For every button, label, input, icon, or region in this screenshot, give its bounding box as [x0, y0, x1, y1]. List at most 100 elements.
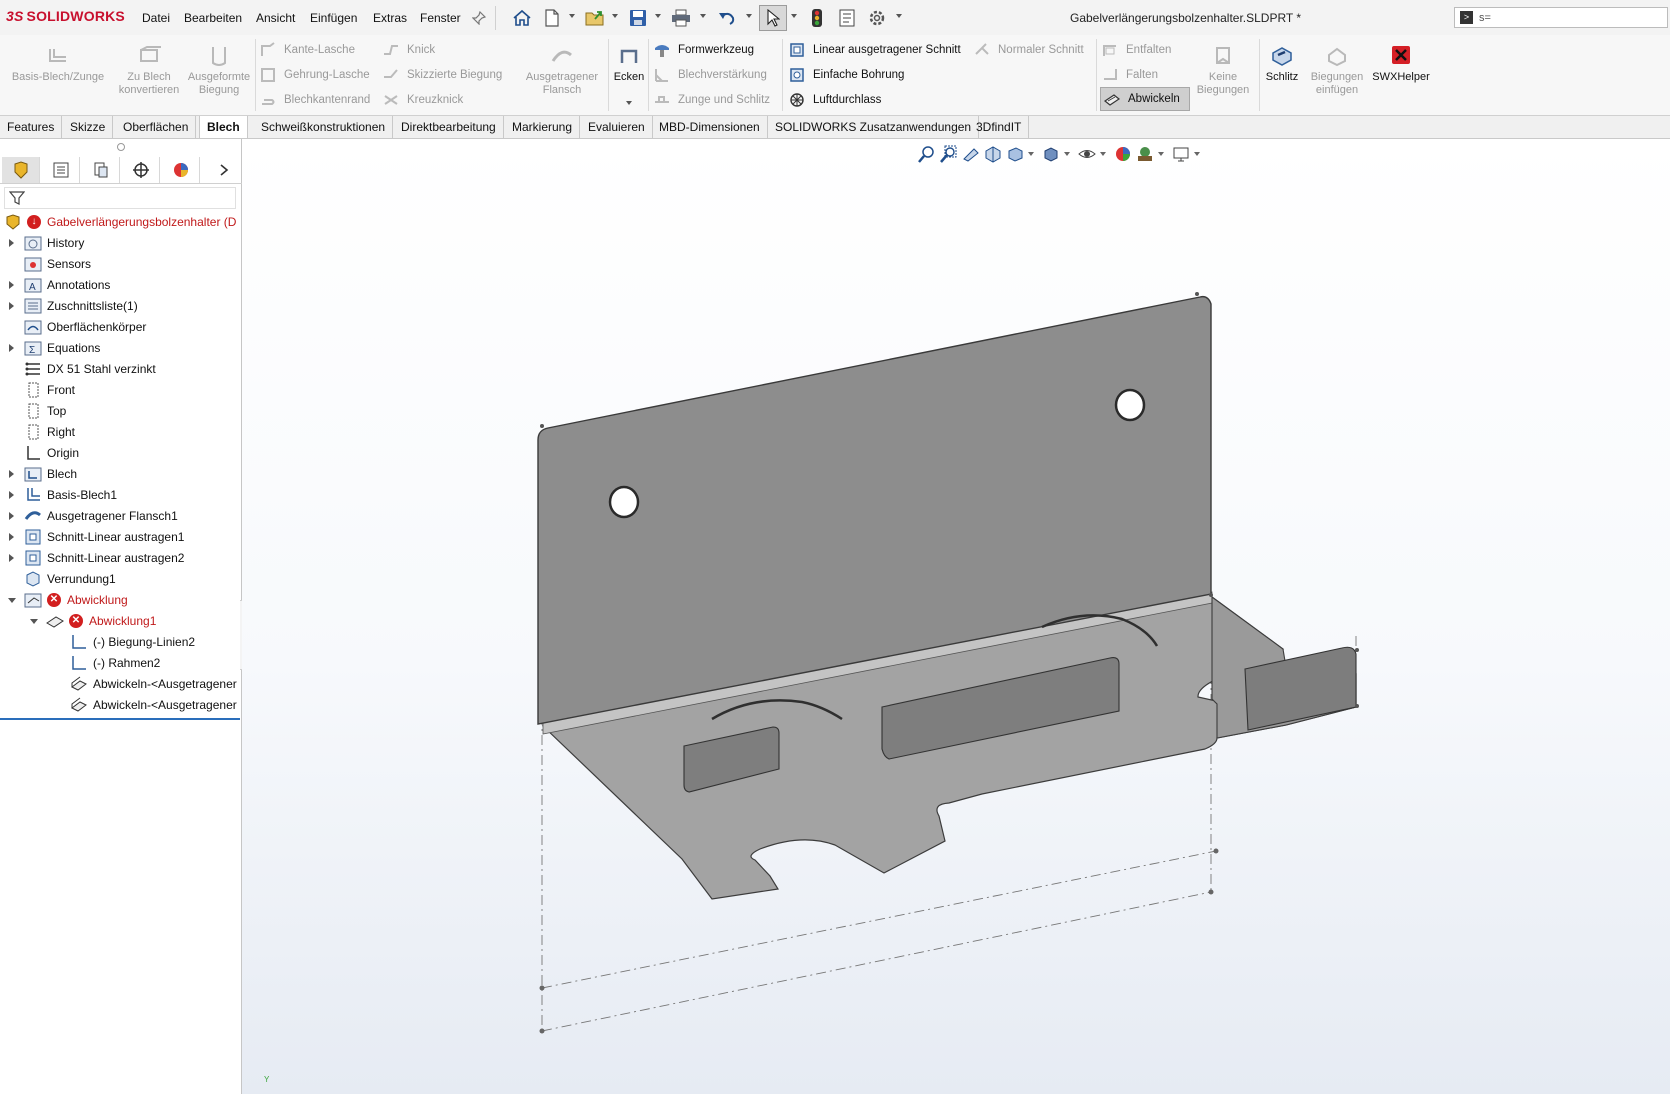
tab-skizze[interactable]: Skizze — [63, 116, 114, 138]
expand-chevron-right-icon[interactable] — [9, 554, 14, 562]
tree-item-abwicklung[interactable]: ✕ Abwicklung — [0, 590, 240, 610]
tree-item-equations[interactable]: Σ Equations — [0, 338, 240, 358]
blechverstaerkung-button[interactable]: Blechverstärkung — [654, 65, 767, 85]
gehrung-lasche-button[interactable]: Gehrung-Lasche — [260, 65, 370, 85]
undo-icon[interactable] — [716, 7, 738, 29]
expand-chevron-right-icon[interactable] — [9, 470, 14, 478]
rollback-bar[interactable] — [0, 718, 240, 720]
kreuzknick-button[interactable]: Kreuzknick — [383, 90, 463, 110]
panel-collapse-handle[interactable] — [117, 143, 125, 151]
ecken-button[interactable]: Ecken — [611, 45, 647, 84]
ausgetragener-flansch-button[interactable]: Ausgetragener Flansch — [520, 45, 604, 97]
zu-blech-button[interactable]: Zu Blech konvertieren — [118, 45, 180, 97]
undo-dropdown-chevron-down-icon[interactable] — [746, 14, 752, 18]
falten-button[interactable]: Falten — [1102, 65, 1158, 85]
luftdurchlass-button[interactable]: Luftdurchlass — [789, 90, 881, 110]
open-dropdown-chevron-down-icon[interactable] — [612, 14, 618, 18]
graphics-viewport[interactable]: Y — [242, 139, 1670, 1094]
file-properties-icon[interactable] — [836, 7, 858, 29]
tree-filter-box[interactable] — [4, 187, 236, 209]
configuration-manager-tab-icon[interactable] — [82, 157, 120, 183]
property-manager-tab-icon[interactable] — [42, 157, 80, 183]
ecken-dropdown-chevron-down-icon[interactable] — [626, 101, 632, 105]
display-manager-tab-icon[interactable] — [162, 157, 200, 183]
tab-evaluieren[interactable]: Evaluieren — [581, 116, 653, 138]
filter-funnel-icon[interactable] — [9, 190, 25, 206]
abwickeln-button[interactable]: Abwickeln — [1100, 87, 1190, 111]
basis-blech-button[interactable]: Basis-Blech/Zunge — [8, 45, 108, 84]
tab-features[interactable]: Features — [0, 116, 63, 138]
tree-item-abwickeln-2[interactable]: Abwickeln-<Ausgetragener — [0, 695, 240, 715]
tree-item-schnitt-linear-2[interactable]: Schnitt-Linear austragen2 — [0, 548, 240, 568]
schlitz-button[interactable]: Schlitz — [1262, 45, 1302, 84]
select-dropdown-chevron-down-icon[interactable] — [791, 14, 797, 18]
tab-mbd-dimensionen[interactable]: MBD-Dimensionen — [652, 116, 768, 138]
blechkantenrand-button[interactable]: Blechkantenrand — [260, 90, 370, 110]
swxhelper-button[interactable]: SWXHelper — [1370, 45, 1432, 84]
home-icon[interactable] — [511, 7, 533, 29]
sheet-metal-part-model[interactable] — [242, 139, 1670, 1094]
tree-item-annotations[interactable]: A Annotations — [0, 275, 240, 295]
tree-item-basis-blech1[interactable]: Basis-Blech1 — [0, 485, 240, 505]
expand-chevron-right-icon[interactable] — [9, 344, 14, 352]
tab-3dfindit[interactable]: 3DfindIT — [969, 116, 1030, 138]
solidworks-logo[interactable]: 3S SOLIDWORKS — [6, 8, 125, 24]
dimxpert-manager-tab-icon[interactable] — [122, 157, 160, 183]
menu-fenster[interactable]: Fenster — [420, 11, 461, 25]
tab-direktbearbeitung[interactable]: Direktbearbeitung — [394, 116, 504, 138]
tab-blech[interactable]: Blech — [199, 116, 248, 138]
pin-icon[interactable] — [468, 7, 490, 29]
ausgeformte-biegung-button[interactable]: Ausgeformte Biegung — [186, 45, 252, 97]
entfalten-button[interactable]: Entfalten — [1102, 40, 1171, 60]
tree-item-top-plane[interactable]: Top — [0, 401, 240, 421]
tree-item-right-plane[interactable]: Right — [0, 422, 240, 442]
tree-item-zuschnittsliste[interactable]: Zuschnittsliste(1) — [0, 296, 240, 316]
menu-ansicht[interactable]: Ansicht — [256, 11, 295, 25]
einfache-bohrung-button[interactable]: Einfache Bohrung — [789, 65, 904, 85]
tree-item-ausgetragener-flansch1[interactable]: Ausgetragener Flansch1 — [0, 506, 240, 526]
tree-item-history[interactable]: History — [0, 233, 240, 253]
tree-item-schnitt-linear-1[interactable]: Schnitt-Linear austragen1 — [0, 527, 240, 547]
kante-lasche-button[interactable]: Kante-Lasche — [260, 40, 355, 60]
options-dropdown-chevron-down-icon[interactable] — [896, 14, 902, 18]
tree-item-front-plane[interactable]: Front — [0, 380, 240, 400]
tree-item-sensors[interactable]: Sensors — [0, 254, 240, 274]
new-document-icon[interactable] — [541, 7, 563, 29]
save-dropdown-chevron-down-icon[interactable] — [655, 14, 661, 18]
knick-button[interactable]: Knick — [383, 40, 435, 60]
tree-item-oberflaechenkoerper[interactable]: Oberflächenkörper — [0, 317, 240, 337]
expand-chevron-right-icon[interactable] — [9, 512, 14, 520]
expand-chevron-right-icon[interactable] — [9, 491, 14, 499]
expand-chevron-right-icon[interactable] — [9, 239, 14, 247]
tree-item-abwicklung1[interactable]: ✕ Abwicklung1 — [0, 611, 240, 631]
options-gear-icon[interactable] — [866, 7, 888, 29]
menu-extras[interactable]: Extras — [373, 11, 407, 25]
open-folder-icon[interactable] — [584, 7, 606, 29]
expand-chevron-right-icon[interactable] — [9, 302, 14, 310]
command-search-box[interactable]: > — [1454, 7, 1668, 28]
panel-more-chevron-right-icon[interactable] — [210, 157, 238, 183]
tree-item-biegung-linien2[interactable]: (-) Biegung-Linien2 — [0, 632, 240, 652]
new-dropdown-chevron-down-icon[interactable] — [569, 14, 575, 18]
tree-item-blech[interactable]: Blech — [0, 464, 240, 484]
expand-chevron-right-icon[interactable] — [9, 281, 14, 289]
tree-item-origin[interactable]: Origin — [0, 443, 240, 463]
collapse-chevron-down-icon[interactable] — [30, 619, 38, 624]
save-icon[interactable] — [627, 7, 649, 29]
zunge-schlitz-button[interactable]: Zunge und Schlitz — [654, 90, 770, 110]
select-cursor-icon[interactable] — [759, 5, 787, 31]
tab-solidworks-zusatzanwendungen[interactable]: SOLIDWORKS Zusatzanwendungen — [768, 116, 980, 138]
tree-root-part[interactable]: ↓ Gabelverlängerungsbolzenhalter (D — [4, 212, 236, 232]
biegungen-einfuegen-button[interactable]: Biegungen einfügen — [1302, 45, 1372, 97]
print-icon[interactable] — [670, 7, 692, 29]
tree-item-rahmen2[interactable]: (-) Rahmen2 — [0, 653, 240, 673]
formwerkzeug-button[interactable]: Formwerkzeug — [654, 40, 754, 60]
tab-oberflaechen[interactable]: Oberflächen — [116, 116, 197, 138]
expand-chevron-right-icon[interactable] — [9, 533, 14, 541]
rebuild-traffic-light-icon[interactable] — [806, 7, 828, 29]
menu-bearbeiten[interactable]: Bearbeiten — [184, 11, 242, 25]
tree-item-material[interactable]: DX 51 Stahl verzinkt — [0, 359, 240, 379]
tree-item-verrundung1[interactable]: Verrundung1 — [0, 569, 240, 589]
linear-schnitt-button[interactable]: Linear ausgetragener Schnitt — [789, 40, 961, 60]
collapse-chevron-down-icon[interactable] — [8, 598, 16, 603]
